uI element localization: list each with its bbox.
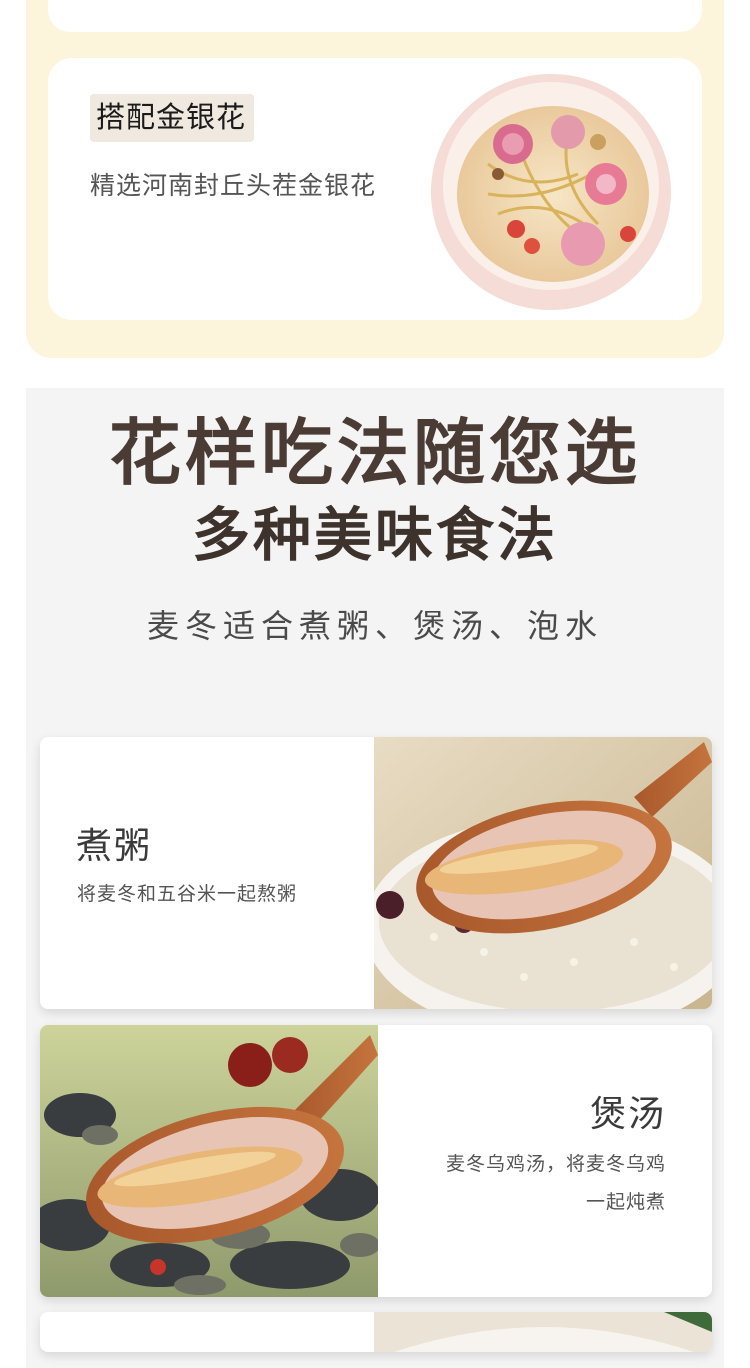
flower-tea-bowl-image	[431, 74, 671, 310]
recipe-card-partial	[40, 1312, 712, 1352]
recipe-description: 将麦冬和五谷米一起熬粥	[77, 883, 298, 905]
previous-card	[48, 0, 702, 32]
section-heading: 花样吃法随您选	[108, 410, 641, 495]
section-caption: 麦冬适合煮粥、煲汤、泡水	[146, 607, 603, 645]
chicken-soup-image	[40, 1025, 378, 1297]
recipe-description-line: 一起炖煮	[585, 1191, 666, 1213]
recipe-description: 麦冬乌鸡汤，将麦冬乌鸡 一起炖煮	[406, 1145, 666, 1221]
recipe-card-porridge: 煮粥 将麦冬和五谷米一起熬粥	[40, 737, 712, 1009]
honeysuckle-card: 搭配金银花 精选河南封丘头茬金银花	[48, 58, 702, 320]
recipe-image-partial	[374, 1312, 712, 1352]
recipe-title: 煮粥	[76, 826, 153, 867]
honeysuckle-subtitle: 精选河南封丘头茬金银花	[90, 171, 377, 200]
honeysuckle-title: 搭配金银花	[90, 94, 255, 142]
porridge-image	[374, 737, 712, 1009]
recipe-description-line: 麦冬乌鸡汤，将麦冬乌鸡	[445, 1153, 666, 1175]
recipe-title: 煲汤	[589, 1094, 666, 1135]
recipe-card-soup: 煲汤 麦冬乌鸡汤，将麦冬乌鸡 一起炖煮	[40, 1025, 712, 1297]
section-subheading: 多种美味食法	[191, 501, 558, 569]
